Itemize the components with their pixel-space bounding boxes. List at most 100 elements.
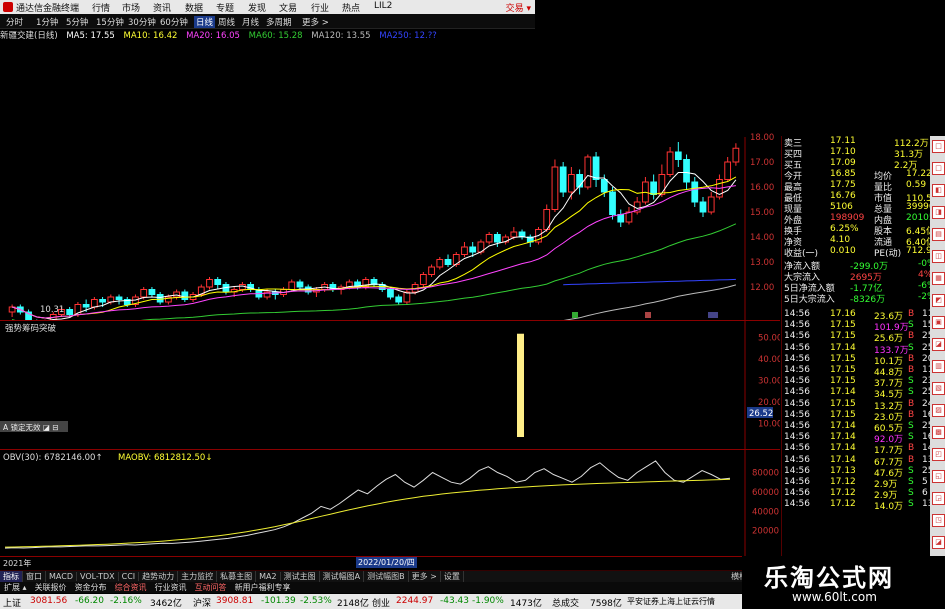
menu-discover[interactable]: 发现	[248, 1, 266, 14]
tab-trend[interactable]: 趋势动力	[139, 571, 179, 582]
tab-private-main[interactable]: 私募主图	[217, 571, 257, 582]
candlestick-chart[interactable]: 18.00 17.00 16.00 15.00 14.00 13.00 12.00 10.3…	[0, 42, 780, 320]
price-ticks-group: 18.00 17.00 16.00 15.00 14.00 13.00 12.00	[750, 133, 774, 293]
tick-bs: B	[908, 398, 915, 409]
toolbar-icon[interactable]: ◪	[932, 536, 945, 549]
tick-price: 17.16	[830, 309, 856, 319]
toolbar-icon[interactable]: □	[932, 140, 945, 153]
toolbar-icon[interactable]: ◨	[932, 206, 945, 219]
lock-badge-label: A 锁定无效 ◪ ⊟	[3, 422, 59, 432]
toolbar-icon[interactable]: ◲	[932, 492, 945, 505]
toolbar-icon[interactable]: ◰	[932, 448, 945, 461]
menu-data[interactable]: 数据	[185, 1, 203, 14]
tick-bs: S	[908, 342, 914, 353]
toolbar-icon[interactable]: ▩	[932, 426, 945, 439]
toolbar-icon[interactable]: ▤	[932, 228, 945, 241]
toolbar-icon[interactable]: ◱	[932, 470, 945, 483]
tick-n: 6	[922, 488, 928, 499]
total-value: 7598亿	[590, 599, 622, 609]
toolbar-icon[interactable]: ◳	[932, 514, 945, 527]
cy-label[interactable]: 创业	[372, 596, 390, 609]
tab-ma2[interactable]: MA2	[256, 572, 281, 581]
period-bar: 分时 1分钟 5分钟 15分钟 30分钟 60分钟 日线 周线 月线 多周期 更…	[0, 14, 535, 29]
period-week[interactable]: 周线	[218, 16, 235, 28]
candle	[82, 304, 90, 308]
indicator-strong-chips[interactable]: 强势筹码突破 A 锁定无效 ◪ ⊟ 50.00 40.00 30.00 20.00 10…	[0, 321, 780, 449]
tab-macd[interactable]: MACD	[46, 572, 77, 581]
subtab-related[interactable]: 关联报价	[31, 582, 71, 593]
menu-market[interactable]: 市场	[122, 1, 140, 14]
toolbar-icon[interactable]: ◧	[932, 184, 945, 197]
date-marker: 2022/01/20/四	[356, 557, 417, 568]
candle	[683, 159, 690, 183]
tab-test-a[interactable]: 测试幅图A	[320, 571, 365, 582]
period-tick[interactable]: 分时	[6, 16, 23, 28]
tab-main-monitor[interactable]: 主力监控	[178, 571, 218, 582]
sz-label[interactable]: 沪深	[193, 596, 211, 609]
menu-quotes[interactable]: 行情	[92, 1, 110, 14]
subtab-newuser[interactable]: 新用户福利专享	[231, 582, 295, 593]
menu-trade[interactable]: 文易	[279, 1, 297, 14]
period-month[interactable]: 月线	[242, 16, 259, 28]
sh-change: -66.20	[75, 596, 105, 606]
period-1min[interactable]: 1分钟	[36, 16, 58, 28]
menu-l2[interactable]: LIL2	[374, 1, 392, 11]
candle	[66, 309, 74, 315]
tab-settings[interactable]: 设置	[441, 571, 464, 582]
tab-test-b[interactable]: 测试幅图B	[364, 571, 409, 582]
tick-time: 14:56	[784, 454, 810, 465]
menu-news[interactable]: 资讯	[153, 1, 171, 14]
toolbar-icon[interactable]: ▥	[932, 360, 945, 373]
subtab-expand[interactable]: 扩展 ▴	[0, 582, 31, 593]
period-multi[interactable]: 多周期	[266, 16, 292, 28]
period-15min[interactable]: 15分钟	[96, 16, 124, 28]
time-axis: 2021年 2022/01/20/四	[0, 556, 780, 571]
menu-topics[interactable]: 专题	[216, 1, 234, 14]
menu-hot[interactable]: 热点	[342, 1, 360, 14]
period-5min[interactable]: 5分钟	[66, 16, 88, 28]
period-60min[interactable]: 60分钟	[160, 16, 188, 28]
toolbar-icon[interactable]: ◪	[932, 338, 945, 351]
quote-row: 净资 4.10 流通 6.40亿	[782, 235, 942, 248]
toolbar-icon[interactable]: □	[932, 162, 945, 175]
toolbar-icon[interactable]: ▨	[932, 404, 945, 417]
menu-industry[interactable]: 行业	[311, 1, 329, 14]
toolbar-icon[interactable]: ▧	[932, 382, 945, 395]
toolbar-icon[interactable]: ◩	[932, 294, 945, 307]
period-day[interactable]: 日线	[194, 16, 216, 28]
candles-group	[8, 142, 740, 320]
subtab-industry-news[interactable]: 行业资讯	[151, 582, 191, 593]
candle	[617, 214, 625, 223]
tick-row: 14:56 17.14 92.0万 S 16	[782, 432, 942, 445]
tab-vol[interactable]: VOL-TDX	[77, 572, 119, 581]
tick-bs: B	[908, 454, 915, 465]
tab-cci[interactable]: CCI	[119, 572, 140, 581]
app-title: 通达信金融终端	[16, 4, 80, 14]
sh-label[interactable]: 上证	[3, 596, 21, 609]
candle	[156, 294, 164, 303]
trade-button[interactable]: 交易 ▾	[506, 1, 531, 14]
tick-row: 14:56 17.16 23.6万 B 11	[782, 309, 942, 322]
tab-more[interactable]: 更多 >	[409, 571, 441, 582]
period-30min[interactable]: 30分钟	[128, 16, 156, 28]
subtab-funds[interactable]: 资金分布	[71, 582, 111, 593]
subtab-news[interactable]: 综合资讯	[111, 582, 151, 593]
tab-indicators[interactable]: 指标	[0, 571, 23, 582]
quote-row: 最低 16.76 市值 110.5亿	[782, 191, 942, 204]
tab-window[interactable]: 窗口	[23, 571, 46, 582]
obv-chart[interactable]: OBV(30): 6782146.00↑ MAOBV: 6812812.50↓ …	[0, 450, 780, 556]
quote-value: 0.010	[830, 246, 856, 256]
candle	[551, 166, 559, 210]
toolbar-icon[interactable]: ◫	[932, 250, 945, 263]
subtab-qa[interactable]: 互动问答	[191, 582, 231, 593]
watermark: 乐淘公式网 www.60lt.com	[742, 556, 945, 609]
app-logo-icon	[3, 2, 13, 12]
period-more[interactable]: 更多 >	[302, 16, 329, 28]
maobv-line	[4, 478, 731, 548]
candle	[181, 291, 189, 300]
tab-test-main[interactable]: 测试主图	[281, 571, 320, 582]
tick-bs: S	[908, 320, 914, 331]
toolbar-icon[interactable]: ▣	[932, 316, 945, 329]
candle	[493, 234, 501, 243]
toolbar-icon[interactable]: ▦	[932, 272, 945, 285]
